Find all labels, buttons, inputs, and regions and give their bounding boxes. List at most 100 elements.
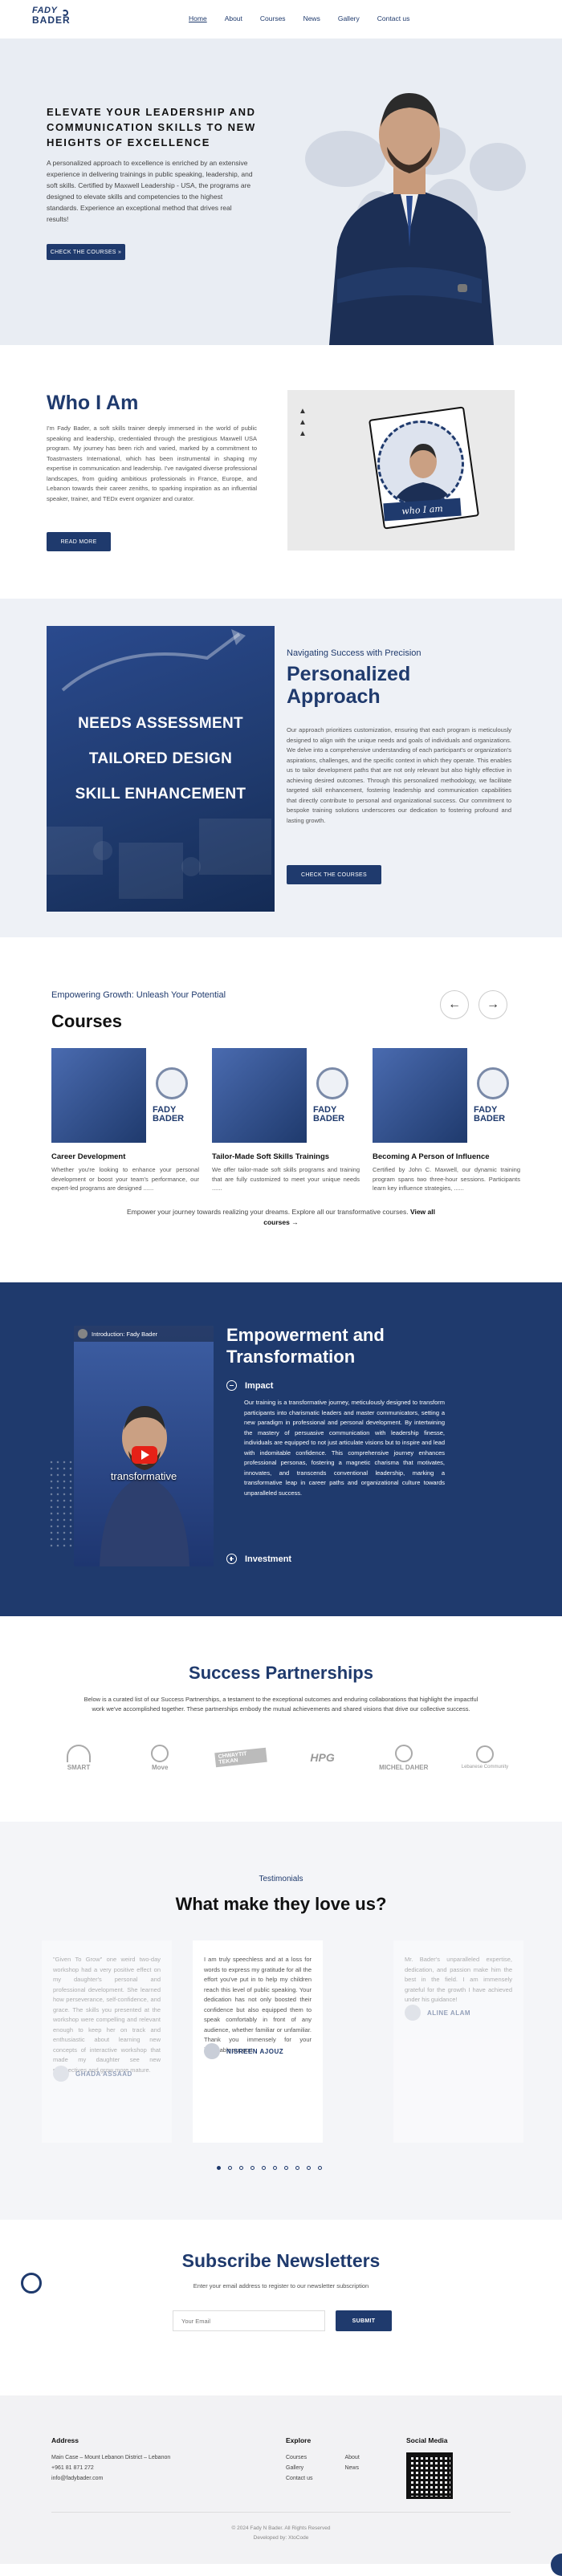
approach-word-2: TAILORED DESIGN xyxy=(88,750,233,767)
nav-courses[interactable]: Courses xyxy=(260,14,286,22)
certification-badge-icon xyxy=(477,1067,509,1099)
footer-link-news[interactable]: News xyxy=(344,2463,359,2473)
footer-link-about[interactable]: About xyxy=(344,2452,359,2463)
footer-phone[interactable]: +961 81 871 272 xyxy=(51,2463,170,2473)
top-navigation: FADY BADER Home About Courses News Galle… xyxy=(0,0,562,39)
testimonial-card: I am truly speechless and at a loss for … xyxy=(193,1940,323,2143)
avatar xyxy=(405,2005,421,2021)
pagination-dot[interactable] xyxy=(239,2166,243,2170)
testimonials-kicker: Testimonials xyxy=(259,1875,303,1883)
course-image: FADY BADER xyxy=(51,1048,199,1143)
play-icon[interactable] xyxy=(132,1446,157,1464)
course-image: FADY BADER xyxy=(373,1048,520,1143)
who-i-am-title: Who I Am xyxy=(47,392,139,414)
footer-divider xyxy=(51,2512,511,2513)
nav-gallery[interactable]: Gallery xyxy=(338,14,360,22)
qr-code-icon[interactable] xyxy=(406,2452,453,2499)
intro-video[interactable]: Introduction: Fady Bader transformative xyxy=(74,1326,214,1566)
partner-logo-smart: SMART xyxy=(53,1740,104,1775)
course-title[interactable]: Becoming A Person of Influence xyxy=(373,1152,520,1161)
expand-icon xyxy=(226,1554,237,1564)
course-card-brand: FADY BADER xyxy=(313,1105,345,1123)
nav-news[interactable]: News xyxy=(303,14,320,22)
testimonial-text: "Given To Grow" one weird two-day worksh… xyxy=(53,1956,161,2074)
explore-heading: Explore xyxy=(286,2436,312,2444)
partner-logo-chwaytit: CHWAYTIT TEKAN xyxy=(214,1740,268,1775)
pagination-dot[interactable] xyxy=(273,2166,277,2170)
read-more-button[interactable]: READ MORE xyxy=(47,532,111,551)
newsletter-submit-button[interactable]: SUBMIT xyxy=(336,2310,392,2331)
testimonial-author: ALINE ALAM xyxy=(405,2005,470,2021)
who-i-am-image: ▲ ▲ ▲ who I am xyxy=(287,390,515,551)
courses-next-button[interactable]: → xyxy=(479,990,507,1019)
hero-section: ELEVATE YOUR LEADERSHIP AND COMMUNICATIO… xyxy=(0,39,562,345)
testimonial-card: "Given To Grow" one weird two-day worksh… xyxy=(42,1940,172,2143)
main-menu: Home About Courses News Gallery Contact … xyxy=(189,14,409,22)
course-title[interactable]: Career Development xyxy=(51,1152,199,1161)
site-logo[interactable]: FADY BADER xyxy=(32,6,77,26)
accordion-impact[interactable]: Impact xyxy=(226,1380,273,1391)
partner-logo-community: Lebanese Community xyxy=(459,1740,511,1775)
accordion-investment[interactable]: Investment xyxy=(226,1554,291,1564)
approach-word-3: SKILL ENHANCEMENT xyxy=(75,786,246,802)
footer-link-gallery[interactable]: Gallery xyxy=(286,2463,312,2473)
newsletter-title: Subscribe Newsletters xyxy=(181,2250,381,2271)
approach-title: Personalized Approach xyxy=(287,663,411,708)
course-card[interactable]: FADY BADER Becoming A Person of Influence… xyxy=(373,1048,520,1193)
arrow-left-icon: ← xyxy=(448,997,461,1011)
approach-courses-button[interactable]: CHECK THE COURSES xyxy=(287,865,381,884)
courses-prev-button[interactable]: ← xyxy=(440,990,469,1019)
newsletter-email-input[interactable] xyxy=(173,2310,325,2331)
pagination-dot[interactable] xyxy=(228,2166,232,2170)
course-card[interactable]: FADY BADER Career Development Whether you… xyxy=(51,1048,199,1193)
copyright-text: © 2024 Fady N Bader. All Rights Reserved xyxy=(231,2525,331,2531)
logo-mark-icon xyxy=(62,10,68,16)
footer-link-contact[interactable]: Contact us xyxy=(286,2473,312,2484)
pagination-dot[interactable] xyxy=(307,2166,311,2170)
certification-badge-icon xyxy=(316,1067,348,1099)
course-title[interactable]: Tailor-Made Soft Skills Trainings xyxy=(212,1152,360,1161)
video-caption: transformative xyxy=(110,1470,177,1482)
approach-section: NEEDS ASSESSMENT TAILORED DESIGN SKILL E… xyxy=(0,599,562,937)
testimonial-text: I am truly speechless and at a loss for … xyxy=(204,1956,312,2054)
partner-logos: SMART Move CHWAYTIT TEKAN HPG MICHEL DAH… xyxy=(53,1740,511,1775)
footer-address: Address Main Case – Mount Lebanon Distri… xyxy=(51,2436,170,2484)
footer-social: Social Media xyxy=(406,2436,453,2499)
pagination-dot[interactable] xyxy=(318,2166,322,2170)
pagination-dot[interactable] xyxy=(295,2166,299,2170)
footer-explore: Explore Courses Gallery Contact us About… xyxy=(286,2436,360,2484)
pagination-dot[interactable] xyxy=(262,2166,266,2170)
course-text: Certified by John C. Maxwell, our dynami… xyxy=(373,1166,520,1192)
logo-last-name: BADER xyxy=(32,14,71,26)
developer-credit[interactable]: Developed by: XtoCode xyxy=(0,2533,562,2543)
who-i-am-text: I'm Fady Bader, a soft skills trainer de… xyxy=(47,425,257,502)
course-card-brand: FADY BADER xyxy=(474,1105,506,1123)
approach-word-1: NEEDS ASSESSMENT xyxy=(78,715,243,732)
empowerment-section: Introduction: Fady Bader transformative … xyxy=(0,1282,562,1616)
nav-contact[interactable]: Contact us xyxy=(377,14,410,22)
who-i-am-portrait xyxy=(377,421,464,507)
course-card[interactable]: FADY BADER Tailor-Made Soft Skills Traini… xyxy=(212,1048,360,1193)
certification-badge-icon xyxy=(156,1067,188,1099)
pagination-dot[interactable] xyxy=(217,2166,221,2170)
pagination-dot[interactable] xyxy=(250,2166,255,2170)
approach-image-words: NEEDS ASSESSMENT TAILORED DESIGN SKILL E… xyxy=(47,706,275,812)
course-text: Whether you're looking to enhance your p… xyxy=(51,1166,199,1192)
footer-link-courses[interactable]: Courses xyxy=(286,2452,312,2463)
impact-label: Impact xyxy=(245,1380,274,1391)
footer-email[interactable]: info@fadybader.com xyxy=(51,2473,170,2484)
nav-about[interactable]: About xyxy=(225,14,242,22)
partner-logo-hpg: HPG xyxy=(310,1751,335,1764)
partner-logo-move: Move xyxy=(134,1740,185,1775)
footer-copyright: © 2024 Fady N Bader. All Rights Reserved… xyxy=(0,2524,562,2543)
triangles-decoration-icon: ▲ ▲ ▲ xyxy=(299,407,307,438)
partners-text: Below is a curated list of our Success P… xyxy=(83,1696,479,1713)
course-card-brand: FADY BADER xyxy=(153,1105,185,1123)
check-courses-button[interactable]: CHECK THE COURSES » xyxy=(47,244,125,260)
pagination-dot[interactable] xyxy=(284,2166,288,2170)
approach-text: Our approach prioritizes customization, … xyxy=(287,726,511,824)
impact-text: Our training is a transformative journey… xyxy=(244,1399,445,1497)
empowerment-title: Empowerment and Transformation xyxy=(226,1325,385,1367)
nav-home[interactable]: Home xyxy=(189,14,207,22)
hero-portrait xyxy=(329,93,494,345)
